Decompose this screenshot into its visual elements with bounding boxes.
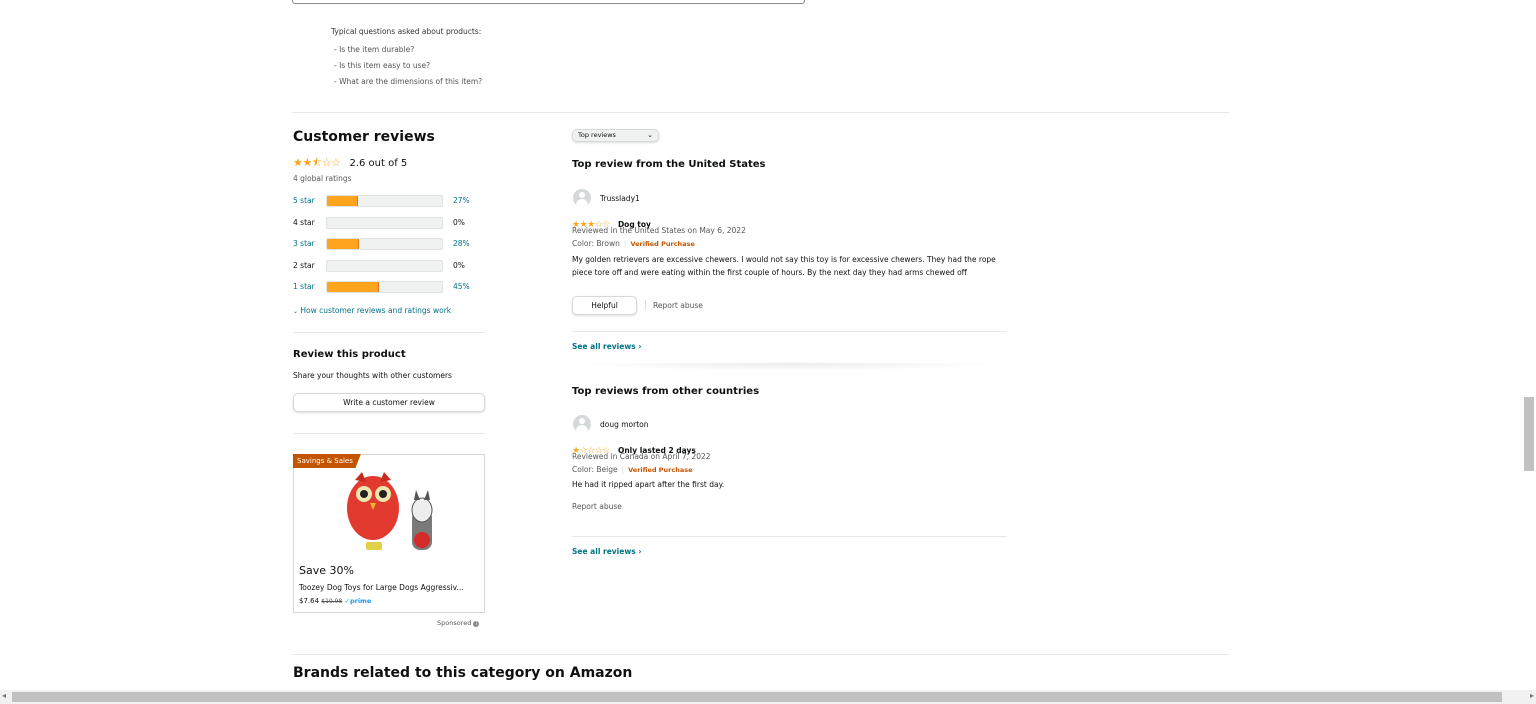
divider	[572, 536, 1007, 537]
review-this-product-subtitle: Share your thoughts with other customers	[293, 371, 452, 380]
review-this-product-title: Review this product	[293, 349, 406, 360]
info-icon: i	[473, 621, 480, 627]
dog-toy-image[interactable]	[340, 470, 440, 558]
sort-reviews-dropdown[interactable]: Top reviews ⌄	[572, 129, 659, 142]
questions-intro: Typical questions asked about products:	[331, 27, 482, 36]
divider	[572, 331, 1007, 332]
see-all-reviews-link[interactable]: See all reviews ›	[572, 547, 641, 556]
question-item: Is the item durable?	[334, 42, 482, 58]
chevron-down-icon: ⌄	[647, 131, 653, 139]
review-body: He had it ripped apart after the first d…	[572, 480, 725, 489]
horizontal-scrollbar[interactable]: ◂ ▸	[0, 690, 1536, 704]
review-variant-row: Color: Beige | Verified Purchase	[572, 465, 693, 474]
divider	[293, 433, 485, 434]
histogram-label: 4 star	[293, 218, 315, 227]
histogram-row-2[interactable]: 2 star 0%	[293, 260, 483, 272]
customer-reviews-title: Customer reviews	[293, 129, 435, 145]
histogram-percent: 0%	[453, 261, 465, 270]
scroll-left-icon[interactable]: ◂	[2, 691, 6, 700]
histogram-label: 2 star	[293, 261, 315, 270]
histogram-bar	[326, 217, 443, 229]
review-author[interactable]: doug morton	[600, 420, 649, 429]
ad-list-price: $10.98	[321, 598, 343, 605]
global-ratings: 4 global ratings	[293, 174, 352, 183]
histogram-percent: 27%	[453, 196, 470, 205]
histogram-label: 1 star	[293, 282, 315, 291]
sort-selected: Top reviews	[578, 131, 616, 139]
review-color: Color: Beige	[572, 465, 618, 474]
histogram-fill	[327, 196, 359, 206]
ad-price-row: $7.64 $10.98 ✓prime	[299, 597, 371, 605]
review-variant-row: Color: Brown | Verified Purchase	[572, 239, 695, 248]
avatar-icon	[573, 189, 591, 207]
histogram-bar	[326, 281, 443, 293]
ad-save-text: Save 30%	[299, 564, 354, 577]
histogram-percent: 28%	[453, 239, 470, 248]
histogram-row-3[interactable]: 3 star 28%	[293, 238, 483, 250]
us-reviews-title: Top review from the United States	[572, 159, 766, 170]
histogram-bar	[326, 238, 443, 250]
sponsored-label[interactable]: Sponsored i	[437, 619, 480, 627]
histogram-row-1[interactable]: 1 star 45%	[293, 281, 483, 293]
horizontal-scroll-thumb[interactable]	[12, 692, 1502, 702]
question-item: What are the dimensions of this item?	[334, 74, 482, 90]
section-divider	[292, 112, 1229, 113]
review-meta: Reviewed in Canada on April 7, 2022	[572, 452, 711, 461]
rating-text: 2.6 out of 5	[349, 158, 408, 169]
histogram-bar	[326, 195, 443, 207]
review-body: My golden retrievers are excessive chewe…	[572, 255, 996, 277]
report-abuse-link[interactable]: Report abuse	[572, 502, 622, 511]
histogram-row-5[interactable]: 5 star 27%	[293, 195, 483, 207]
ask-question-input[interactable]	[292, 0, 805, 4]
review-color: Color: Brown	[572, 239, 620, 248]
average-rating: ★★⯪☆☆ 2.6 out of 5	[293, 151, 407, 173]
histogram-fill	[327, 239, 360, 249]
savings-badge: Savings & Sales	[293, 454, 361, 468]
ad-product-title[interactable]: Toozey Dog Toys for Large Dogs Aggressiv…	[299, 583, 481, 592]
section-divider	[292, 654, 1229, 655]
section-shadow	[572, 363, 1007, 371]
helpful-button[interactable]: Helpful	[572, 296, 637, 315]
histogram-percent: 45%	[453, 282, 470, 291]
histogram-label: 3 star	[293, 239, 315, 248]
vertical-scroll-thumb[interactable]	[1524, 397, 1534, 471]
scroll-right-icon[interactable]: ▸	[1530, 691, 1534, 700]
divider	[645, 300, 646, 310]
other-countries-title: Top reviews from other countries	[572, 386, 760, 397]
see-all-reviews-link[interactable]: See all reviews ›	[572, 342, 641, 351]
typical-questions-list: Is the item durable? Is this item easy t…	[334, 42, 482, 89]
histogram-bar	[326, 260, 443, 272]
histogram-label: 5 star	[293, 196, 315, 205]
verified-purchase: Verified Purchase	[628, 466, 693, 474]
avatar-icon	[573, 415, 591, 433]
prime-label: prime	[349, 597, 372, 605]
verified-purchase: Verified Purchase	[630, 240, 695, 248]
how-reviews-work-label: How customer reviews and ratings work	[300, 306, 452, 315]
sponsored-text: Sponsored	[437, 619, 472, 627]
write-review-button[interactable]: Write a customer review	[293, 393, 485, 412]
report-abuse-link[interactable]: Report abuse	[653, 301, 703, 310]
review-meta: Reviewed in the United States on May 6, …	[572, 226, 746, 235]
prime-icon: ✓prime	[344, 597, 372, 605]
rating-stars-icon: ★★⯪☆☆	[293, 156, 341, 169]
chevron-down-icon: ⌄	[293, 308, 299, 315]
question-item: Is this item easy to use?	[334, 58, 482, 74]
brands-related-title: Brands related to this category on Amazo…	[293, 665, 633, 681]
review-author[interactable]: Trusslady1	[600, 194, 640, 203]
histogram-fill	[327, 282, 379, 292]
histogram-row-4[interactable]: 4 star 0%	[293, 217, 483, 229]
divider	[293, 332, 485, 333]
ad-price: $7.64	[299, 597, 320, 605]
vertical-scrollbar[interactable]	[1522, 397, 1536, 471]
histogram-percent: 0%	[453, 218, 465, 227]
how-reviews-work-link[interactable]: ⌄ How customer reviews and ratings work	[293, 306, 451, 315]
